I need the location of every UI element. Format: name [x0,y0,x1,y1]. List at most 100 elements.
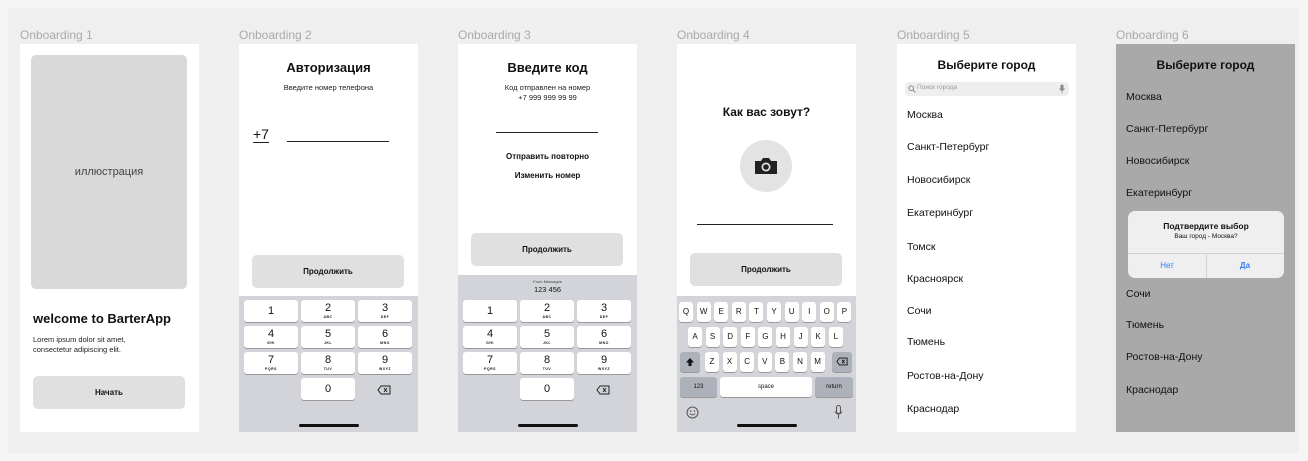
key-h[interactable]: H [776,327,790,347]
backspace-icon[interactable] [377,382,391,400]
key-n[interactable]: N [793,352,807,372]
key-b[interactable]: B [775,352,790,372]
continue-button[interactable]: Продолжить [252,255,404,288]
city-search-field[interactable]: Поиск города [905,82,1069,96]
key-t[interactable]: T [749,302,764,322]
city-item[interactable]: Краснодар [1126,384,1178,396]
key-c[interactable]: C [740,352,755,372]
city-item[interactable]: Ростов-на-Дону [1126,351,1203,363]
city-item[interactable]: Ростов-на-Дону [907,370,984,382]
delete-key[interactable] [832,352,852,372]
key-4[interactable]: 4 GHI [463,326,517,348]
shift-icon [686,358,694,366]
key-d[interactable]: D [723,327,738,347]
key-8[interactable]: 8 TUV [301,352,355,374]
backspace-icon[interactable] [596,382,610,400]
key-x[interactable]: X [722,352,737,372]
key-e[interactable]: E [714,302,729,322]
continue-button[interactable]: Продолжить [471,233,623,266]
key-w[interactable]: W [696,302,711,322]
key-r[interactable]: R [731,302,746,322]
city-item[interactable]: Москва [1126,91,1162,103]
key-5[interactable]: 5 JKL [301,326,355,348]
key-0[interactable]: 0 [301,378,355,400]
code-input[interactable] [496,132,598,133]
key-l[interactable]: L [828,327,843,347]
key-7[interactable]: 7 PQRS [244,352,298,374]
name-input[interactable] [697,224,833,225]
key-8[interactable]: 8 TUV [520,352,574,374]
key-6[interactable]: 6 MNO [358,326,412,348]
key-4[interactable]: 4 GHI [244,326,298,348]
numeric-keypad: 1 2 ABC 3 DEF 4 GHI 5 JKL 6 MNO 7 PQRS 8 TUV 9W… [239,296,418,432]
key-v[interactable]: V [757,352,772,372]
key-i[interactable]: I [802,302,817,322]
key-y[interactable]: Y [767,302,781,322]
city-item[interactable]: Санкт-Петербург [907,141,989,153]
city-item[interactable]: Екатеринбург [1126,187,1192,199]
key-1[interactable]: 1 [463,300,517,322]
key-2[interactable]: 2 ABC [301,300,355,322]
change-number-link[interactable]: Изменить номер [458,171,637,180]
key-u[interactable]: U [784,302,799,322]
key-s[interactable]: S [705,327,720,347]
auth-subtitle: Введите номер телефона [283,83,374,92]
dialog-yes-button[interactable]: Да [1206,261,1284,270]
city-item[interactable]: Краснодар [907,403,959,415]
key-6[interactable]: 6 MNO [577,326,631,348]
backspace-icon [836,357,848,366]
return-key[interactable]: return [815,377,853,397]
city-item[interactable]: Сочи [907,305,932,317]
lorem-line-1: Lorem ipsum dolor sit amet, [33,335,126,344]
city-item[interactable]: Томск [907,241,936,253]
search-placeholder: Поиск города [917,84,958,91]
city-item[interactable]: Красноярск [907,273,963,285]
key-5[interactable]: 5 JKL [520,326,574,348]
start-button[interactable]: Начать [33,376,185,409]
dialog-no-button[interactable]: Нет [1128,261,1206,270]
phone-input[interactable] [287,141,389,142]
city-item[interactable]: Екатеринбург [907,207,973,219]
onboarding-3-screen: Введите код Код отправлен на номер +7 99… [458,44,637,432]
key-o[interactable]: O [819,302,834,322]
city-item[interactable]: Тюмень [907,336,945,348]
key-p[interactable]: P [837,302,852,322]
microphone-icon[interactable] [1059,84,1065,94]
city-item[interactable]: Санкт-Петербург [1126,123,1208,135]
key-3[interactable]: 3 DEF [358,300,412,322]
continue-button[interactable]: Продолжить [690,253,842,286]
key-g[interactable]: G [758,327,773,347]
key-m[interactable]: M [810,352,825,372]
city-item[interactable]: Сочи [1126,288,1151,300]
key-9[interactable]: 9 WXYZ [358,352,412,374]
resend-link[interactable]: Отправить повторно [458,152,637,161]
code-subtitle-1: Код отправлен на номер [504,83,591,92]
key-f[interactable]: F [740,327,755,347]
home-indicator [299,424,359,427]
key-1[interactable]: 1 [244,300,298,322]
city-item[interactable]: Москва [907,109,943,121]
city-item[interactable]: Новосибирск [1126,155,1189,167]
key-9[interactable]: 9 WXYZ [577,352,631,374]
space-key[interactable]: space [720,377,812,397]
key-z[interactable]: Z [705,352,719,372]
key-a[interactable]: A [688,327,702,347]
search-icon [908,85,916,93]
city-item[interactable]: Новосибирск [907,174,970,186]
autofill-code-suggestion[interactable]: 123 456 [458,285,637,294]
shift-key[interactable] [680,352,700,372]
key-j[interactable]: J [793,327,808,347]
key-0[interactable]: 0 [520,378,574,400]
auth-title: Авторизация [286,60,371,75]
key-q[interactable]: Q [679,302,693,322]
key-7[interactable]: 7 PQRS [463,352,517,374]
confirm-dialog: Подтвердите выбор Ваш город - Москва? Не… [1128,211,1284,278]
key-2[interactable]: 2 ABC [520,300,574,322]
key-3[interactable]: 3 DEF [577,300,631,322]
microphone-icon[interactable] [834,405,843,424]
key-k[interactable]: K [811,327,826,347]
camera-button[interactable] [740,140,792,192]
numbers-key[interactable]: 123 [680,377,717,397]
city-item[interactable]: Тюмень [1126,319,1164,331]
emoji-icon[interactable] [686,406,699,424]
